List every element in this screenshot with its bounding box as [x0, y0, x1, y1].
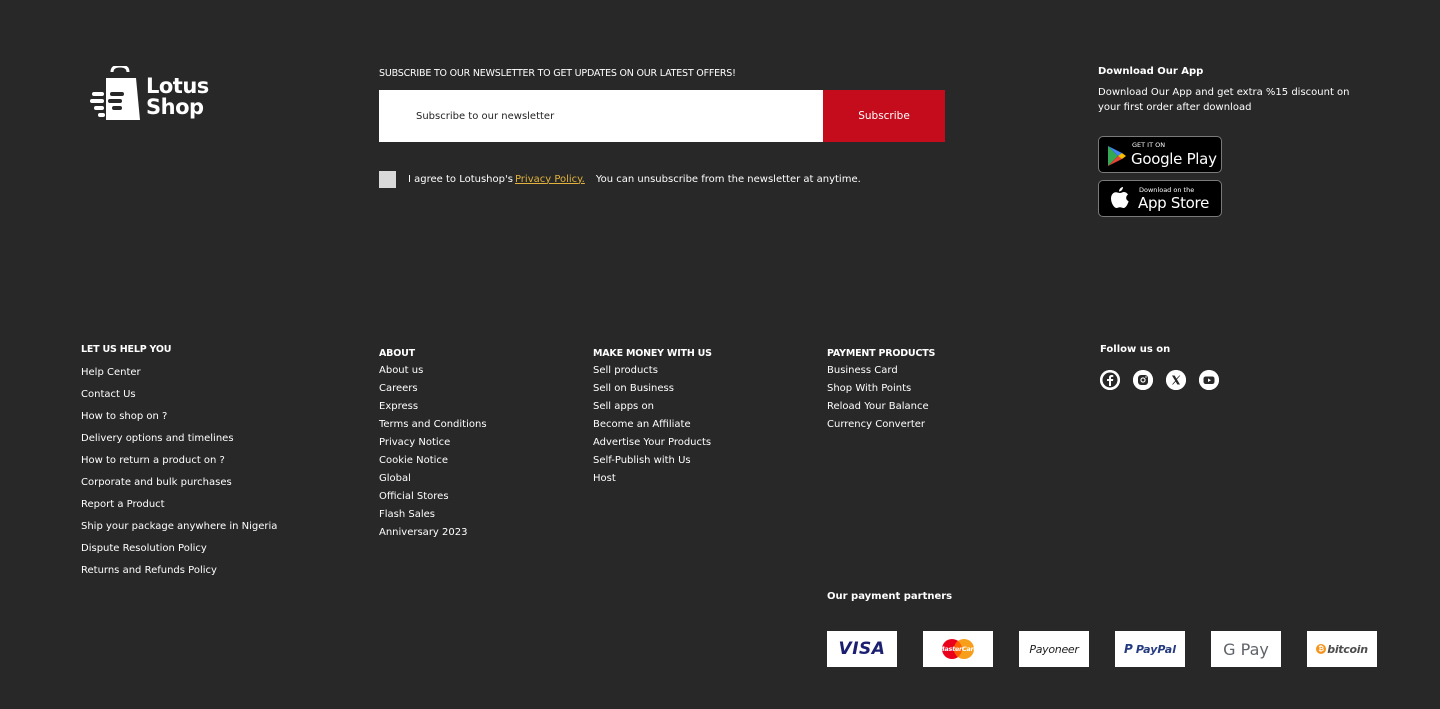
about-link[interactable]: Express [379, 398, 487, 416]
follow-us-title: Follow us on [1100, 344, 1171, 355]
about-link[interactable]: Cookie Notice [379, 452, 487, 470]
about-link[interactable]: Flash Sales [379, 506, 487, 524]
google-play-small-text: GET IT ON [1132, 141, 1166, 149]
bitcoin-logo: ₿ bitcoin [1307, 631, 1377, 667]
google-play-big-text: Google Play [1131, 150, 1217, 168]
about-heading: ABOUT [379, 348, 415, 359]
newsletter-title: SUBSCRIBE TO OUR NEWSLETTER TO GET UPDAT… [379, 68, 736, 79]
instagram-icon[interactable] [1133, 370, 1153, 390]
visa-logo: VISA [827, 631, 897, 667]
paypal-p-icon: P [1124, 642, 1133, 656]
about-link[interactable]: Anniversary 2023 [379, 524, 487, 542]
help-link[interactable]: Ship your package anywhere in Nigeria [81, 516, 277, 538]
payment-products-links: Business Card Shop With Points Reload Yo… [827, 362, 929, 434]
make-money-links: Sell products Sell on Business Sell apps… [593, 362, 711, 488]
about-link[interactable]: Terms and Conditions [379, 416, 487, 434]
help-heading: LET US HELP YOU [81, 344, 172, 355]
apple-icon [1111, 187, 1129, 208]
make-money-link[interactable]: Sell apps on [593, 398, 711, 416]
app-store-badge[interactable]: Download on the App Store [1098, 180, 1222, 217]
about-link[interactable]: About us [379, 362, 487, 380]
payment-product-link[interactable]: Reload Your Balance [827, 398, 929, 416]
social-links [1100, 370, 1219, 390]
mastercard-label: MasterCard [938, 645, 978, 653]
paypal-label: PayPal [1135, 642, 1176, 656]
brand-name-line2: Shop [146, 95, 204, 119]
consent-text: I agree to Lotushop's [408, 173, 513, 185]
download-app-title: Download Our App [1098, 66, 1204, 77]
download-app-description: Download Our App and get extra %15 disco… [1098, 87, 1350, 113]
newsletter-form: Subscribe [379, 90, 945, 142]
help-link[interactable]: Returns and Refunds Policy [81, 560, 277, 582]
consent-row: I agree to Lotushop's Privacy Policy. Yo… [379, 170, 861, 188]
payment-product-link[interactable]: Currency Converter [827, 416, 929, 434]
help-link[interactable]: Report a Product [81, 494, 277, 516]
bitcoin-b-icon: ₿ [1316, 644, 1327, 654]
payoneer-label: Payoneer [1029, 642, 1079, 656]
google-pay-logo: G Pay [1211, 631, 1281, 667]
mastercard-logo: MasterCard [923, 631, 993, 667]
make-money-link[interactable]: Become an Affiliate [593, 416, 711, 434]
youtube-icon[interactable] [1199, 370, 1219, 390]
make-money-heading: MAKE MONEY WITH US [593, 348, 712, 359]
unsubscribe-note: You can unsubscribe from the newsletter … [595, 173, 861, 185]
help-link[interactable]: Dispute Resolution Policy [81, 538, 277, 560]
about-links: About us Careers Express Terms and Condi… [379, 362, 487, 542]
about-link[interactable]: Official Stores [379, 488, 487, 506]
payment-partners-title: Our payment partners [827, 591, 953, 602]
visa-label: VISA [838, 639, 886, 659]
brand-name-line1: Lotus [146, 74, 209, 98]
bitcoin-label: bitcoin [1327, 642, 1368, 656]
shopping-bag-icon [90, 66, 140, 120]
app-store-small-text: Download on the [1139, 186, 1195, 194]
help-link[interactable]: Delivery options and timelines [81, 428, 277, 450]
google-pay-label: G Pay [1223, 639, 1269, 659]
app-store-big-text: App Store [1138, 194, 1210, 212]
help-links: Help Center Contact Us How to shop on ? … [81, 362, 277, 582]
payment-product-link[interactable]: Shop With Points [827, 380, 929, 398]
help-link[interactable]: Corporate and bulk purchases [81, 472, 277, 494]
google-play-icon [1108, 146, 1126, 166]
payment-partners: VISA MasterCard Payoneer P PayPal G Pay … [827, 631, 1377, 667]
subscribe-button[interactable]: Subscribe [823, 90, 945, 142]
privacy-policy-link[interactable]: Privacy Policy. [515, 174, 585, 185]
about-link[interactable]: Privacy Notice [379, 434, 487, 452]
make-money-link[interactable]: Advertise Your Products [593, 434, 711, 452]
x-twitter-icon[interactable] [1166, 370, 1186, 390]
make-money-link[interactable]: Sell products [593, 362, 711, 380]
consent-checkbox[interactable] [379, 170, 396, 188]
google-play-badge[interactable]: GET IT ON Google Play [1098, 136, 1222, 173]
help-link[interactable]: How to return a product on ? [81, 450, 277, 472]
help-link[interactable]: Help Center [81, 362, 277, 384]
about-link[interactable]: Global [379, 470, 487, 488]
make-money-link[interactable]: Host [593, 470, 711, 488]
payment-products-heading: PAYMENT PRODUCTS [827, 348, 936, 359]
make-money-link[interactable]: Self-Publish with Us [593, 452, 711, 470]
make-money-link[interactable]: Sell on Business [593, 380, 711, 398]
payoneer-logo: Payoneer [1019, 631, 1089, 667]
about-link[interactable]: Careers [379, 380, 487, 398]
brand-logo[interactable]: Lotus Shop [90, 66, 220, 124]
facebook-icon[interactable] [1100, 370, 1120, 390]
help-link[interactable]: Contact Us [81, 384, 277, 406]
payment-product-link[interactable]: Business Card [827, 362, 929, 380]
help-link[interactable]: How to shop on ? [81, 406, 277, 428]
paypal-logo: P PayPal [1115, 631, 1185, 667]
newsletter-email-input[interactable] [379, 90, 823, 142]
